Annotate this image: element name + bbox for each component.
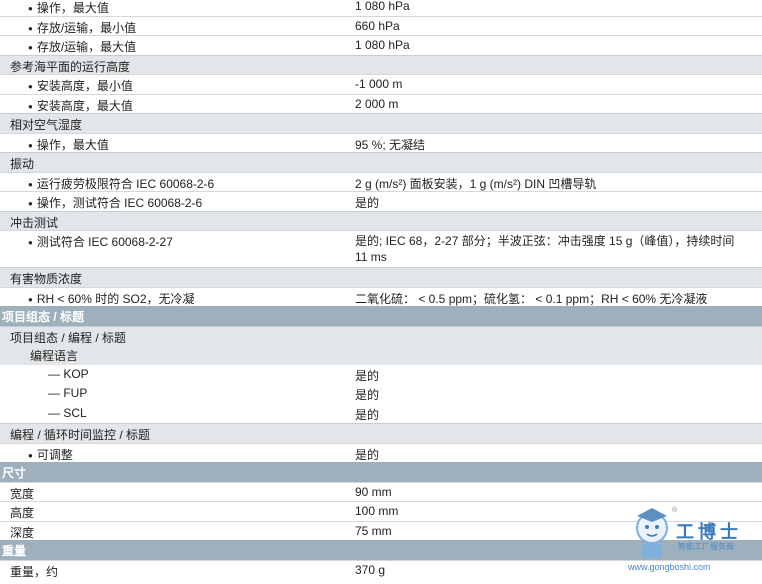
spec-value: 1 080 hPa bbox=[355, 0, 410, 13]
spec-row: 宽度 90 mm bbox=[0, 481, 762, 501]
spec-label: 尺寸 bbox=[2, 466, 27, 480]
spec-value: 90 mm bbox=[355, 484, 392, 499]
spec-row: 操作，最大值 95 %; 无凝结 bbox=[0, 132, 762, 153]
spec-label: 参考海平面的运行高度 bbox=[10, 59, 131, 74]
spec-label: — KOP bbox=[48, 366, 89, 381]
spec-label: 编程语言 bbox=[30, 349, 79, 363]
subsection-header: 编程语言 bbox=[0, 345, 762, 365]
spec-label: 操作，最大值 bbox=[28, 134, 109, 153]
subsection-header: 编程 / 循环时间监控 / 标题 bbox=[0, 423, 762, 443]
spec-value: 是的; IEC 68，2-27 部分；半波正弦：冲击强度 15 g（峰值），持续… bbox=[355, 234, 735, 264]
mascot-logo-icon: ® bbox=[636, 506, 678, 558]
spec-row: 安装高度，最小值 -1 000 m bbox=[0, 74, 762, 94]
spec-value: 370 g bbox=[355, 562, 386, 577]
spec-label: 存放/运输，最大值 bbox=[28, 36, 136, 55]
spec-value: 2 000 m bbox=[355, 96, 399, 111]
spec-label: 有害物质浓度 bbox=[10, 272, 83, 286]
subsection-header: 振动 bbox=[0, 152, 762, 172]
spec-row: RH < 60% 时的 SO2，无冷凝 二氧化硫： < 0.5 ppm；硫化氢： … bbox=[0, 286, 762, 307]
section-header: 尺寸 bbox=[0, 462, 762, 482]
spec-value: 95 %; 无凝结 bbox=[355, 137, 426, 152]
spec-label: 项目组态 / 编程 / 标题 bbox=[10, 330, 127, 345]
spec-label: 安装高度，最大值 bbox=[28, 95, 133, 114]
spec-row: — SCL 是的 bbox=[0, 403, 762, 423]
spec-label: 深度 bbox=[10, 525, 35, 540]
spec-label: — FUP bbox=[48, 386, 88, 400]
spec-row: 可调整 是的 bbox=[0, 442, 762, 463]
spec-value: 是的 bbox=[355, 368, 380, 383]
spec-label: 安装高度，最小值 bbox=[28, 75, 133, 94]
spec-row: 操作，最大值 1 080 hPa bbox=[0, 0, 762, 16]
spec-label: 操作，最大值 bbox=[28, 0, 109, 16]
section-header: 项目组态 / 标题 bbox=[0, 306, 762, 326]
spec-value: 2 g (m/s²) 面板安装，1 g (m/s²) DIN 凹槽导轨 bbox=[355, 176, 597, 191]
spec-label: 宽度 bbox=[10, 486, 35, 501]
spec-value: 是的 bbox=[355, 407, 380, 422]
spec-label: 存放/运输，最小值 bbox=[28, 17, 136, 36]
spec-label: 重量 bbox=[2, 544, 27, 558]
spec-label: 测试符合 IEC 60068-2-27 bbox=[28, 231, 173, 250]
spec-row: 测试符合 IEC 60068-2-27 是的; IEC 68，2-27 部分；半波… bbox=[0, 230, 762, 267]
spec-label: 运行疲劳极限符合 IEC 60068-2-6 bbox=[28, 173, 214, 192]
spec-row: — FUP 是的 bbox=[0, 384, 762, 404]
subsection-header: 参考海平面的运行高度 bbox=[0, 54, 762, 74]
spec-row: 运行疲劳极限符合 IEC 60068-2-6 2 g (m/s²) 面板安装，1 … bbox=[0, 171, 762, 192]
spec-value: 是的 bbox=[355, 196, 380, 210]
spec-label: 高度 bbox=[10, 506, 35, 520]
spec-row: 安装高度，最大值 2 000 m bbox=[0, 93, 762, 114]
spec-value: 二氧化硫： < 0.5 ppm；硫化氢： < 0.1 ppm；RH < 60% … bbox=[355, 291, 708, 306]
spec-row: 存放/运输，最大值 1 080 hPa bbox=[0, 35, 762, 55]
spec-value: 660 hPa bbox=[355, 18, 400, 33]
subsection-header: 项目组态 / 编程 / 标题 bbox=[0, 325, 762, 345]
spec-label: — SCL bbox=[48, 405, 87, 420]
watermark-url: www.gongboshi.com bbox=[628, 562, 711, 572]
spec-table: 操作，最大值 1 080 hPa 存放/运输，最小值 660 hPa 存放/运输，最大值… bbox=[0, 0, 762, 579]
spec-row: — KOP 是的 bbox=[0, 364, 762, 384]
spec-row: 操作，测试符合 IEC 60068-2-6 是的 bbox=[0, 191, 762, 211]
watermark: ® 工博士 智能工厂服务商 www.gongboshi.com bbox=[620, 500, 760, 580]
registered-mark: ® bbox=[672, 506, 678, 514]
spec-label: 操作，测试符合 IEC 60068-2-6 bbox=[28, 192, 202, 211]
spec-label: 项目组态 / 标题 bbox=[2, 310, 85, 324]
subsection-header: 冲击测试 bbox=[0, 210, 762, 230]
spec-label: 冲击测试 bbox=[10, 215, 59, 230]
spec-value: 是的 bbox=[355, 388, 380, 402]
subsection-header: 相对空气湿度 bbox=[0, 113, 762, 133]
spec-value: 75 mm bbox=[355, 523, 392, 538]
spec-label: 编程 / 循环时间监控 / 标题 bbox=[10, 428, 151, 442]
spec-label: 振动 bbox=[10, 157, 35, 171]
subsection-header: 有害物质浓度 bbox=[0, 267, 762, 287]
spec-label: RH < 60% 时的 SO2，无冷凝 bbox=[28, 288, 195, 307]
spec-label: 相对空气湿度 bbox=[10, 118, 83, 132]
spec-label: 可调整 bbox=[28, 444, 73, 463]
spec-value: -1 000 m bbox=[355, 77, 403, 91]
spec-row: 存放/运输，最小值 660 hPa bbox=[0, 15, 762, 36]
spec-value: 1 080 hPa bbox=[355, 38, 410, 52]
spec-value: 100 mm bbox=[355, 504, 399, 518]
watermark-subtitle: 智能工厂服务商 bbox=[678, 542, 734, 551]
spec-label: 重量，约 bbox=[10, 564, 59, 579]
spec-value: 是的 bbox=[355, 447, 380, 462]
